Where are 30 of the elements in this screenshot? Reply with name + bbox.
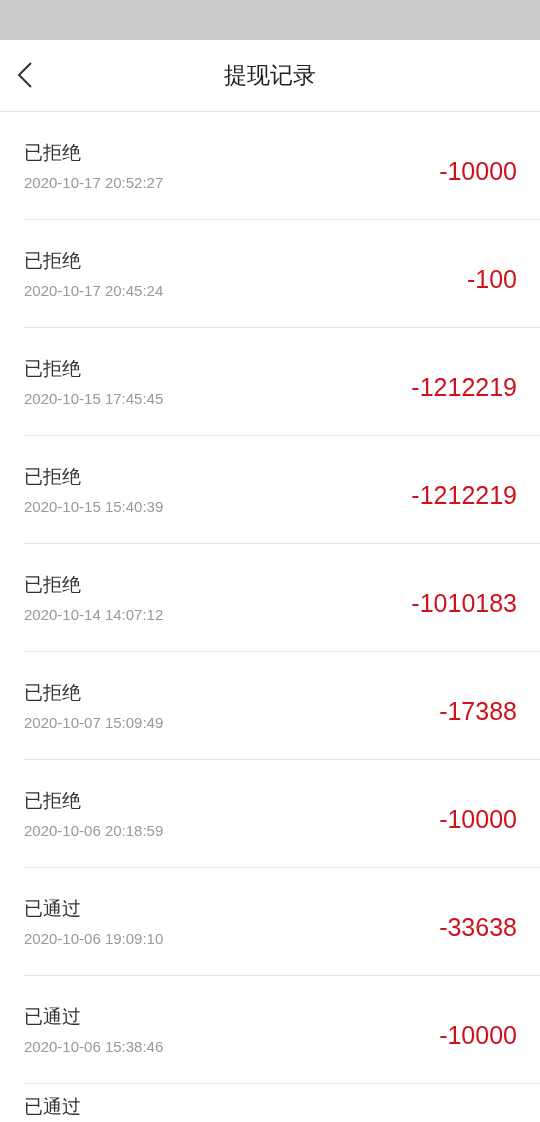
record-time: 2020-10-17 20:45:24	[24, 282, 164, 299]
record-amount: -100	[466, 265, 517, 294]
record-amount: -33638	[439, 913, 517, 942]
record-status: 已通过	[24, 896, 82, 921]
record-status: 已拒绝	[24, 464, 82, 489]
record-status: 已拒绝	[24, 356, 82, 381]
page-title: 提现记录	[224, 61, 316, 90]
record-time: 2020-10-15 17:45:45	[24, 390, 164, 407]
record-time: 2020-10-07 15:09:49	[24, 714, 164, 731]
record-time: 2020-10-15 15:40:39	[24, 498, 164, 515]
record-status: 已拒绝	[24, 140, 82, 165]
record-time: 2020-10-14 14:07:12	[24, 606, 164, 623]
record-status: 已拒绝	[24, 572, 82, 597]
back-icon[interactable]	[17, 61, 33, 89]
record-status: 已拒绝	[24, 680, 82, 705]
record-status: 已拒绝	[24, 788, 82, 813]
record-time: 2020-10-06 15:38:46	[24, 1038, 164, 1055]
record-time: 2020-10-17 20:52:27	[24, 174, 164, 191]
record-amount: -17388	[439, 697, 517, 726]
record-time: 2020-10-06 19:09:10	[24, 930, 164, 947]
record-amount: -10000	[439, 805, 517, 834]
record-status: 已通过	[24, 1094, 81, 1119]
record-amount: -1212219	[411, 373, 517, 402]
record-amount: -10000	[439, 1021, 517, 1050]
record-status: 已拒绝	[24, 248, 82, 273]
record-time: 2020-10-06 20:18:59	[24, 822, 164, 839]
record-amount: -1212219	[411, 481, 517, 510]
record-status: 已通过	[24, 1004, 82, 1029]
record-amount: -1010183	[411, 589, 517, 618]
record-amount: -10000	[439, 157, 517, 186]
